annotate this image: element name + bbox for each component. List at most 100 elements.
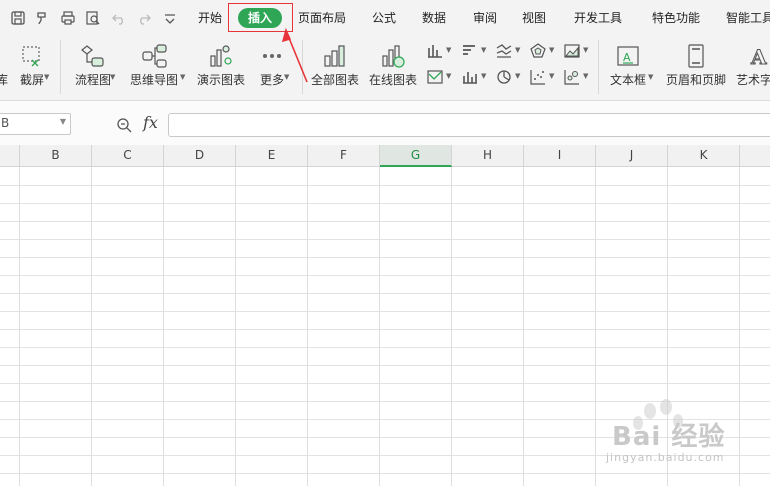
row-gridline — [0, 203, 770, 204]
column-gridline — [163, 167, 164, 486]
column-gridline — [451, 167, 452, 486]
scatter-chart-button[interactable]: ▼ — [529, 68, 557, 88]
flowchart-icon — [81, 45, 104, 67]
ribbon-separator — [302, 40, 303, 94]
formula-bar: B ▼ fx — [0, 101, 770, 145]
undo-icon[interactable] — [111, 10, 127, 26]
tab-formulas[interactable]: 公式 — [372, 0, 396, 36]
menu-bar: 开始 插入 页面布局 公式 数据 审阅 视图 开发工具 特色功能 智能工具 — [0, 0, 770, 36]
column-header-k[interactable]: K — [668, 145, 740, 166]
save-icon[interactable] — [10, 10, 26, 26]
caret-icon: ▼ — [583, 72, 589, 80]
column-chart-button[interactable]: ▼ — [426, 42, 454, 62]
tab-view[interactable]: 视图 — [522, 0, 546, 36]
area-chart-icon — [564, 44, 580, 58]
bubble-chart-icon — [564, 70, 579, 85]
screenshot-caret-icon[interactable]: ▼ — [44, 73, 49, 81]
flowchart-caret-icon[interactable]: ▼ — [110, 73, 115, 81]
column-header-g[interactable]: G — [380, 145, 452, 167]
print-preview-icon[interactable] — [85, 10, 101, 26]
textbox-label: 文本框 — [609, 73, 646, 87]
mindmap-caret-icon[interactable]: ▼ — [180, 73, 185, 81]
tab-page-layout[interactable]: 页面布局 — [298, 0, 346, 36]
pie-chart-icon — [497, 70, 511, 84]
svg-text:A: A — [623, 51, 631, 64]
stock-chart-icon — [427, 70, 443, 84]
area-chart-button[interactable]: ▼ — [563, 42, 591, 62]
tab-data[interactable]: 数据 — [422, 0, 446, 36]
combo-chart-icon — [463, 72, 477, 84]
customize-chevron-icon[interactable] — [162, 10, 175, 26]
formula-input[interactable] — [168, 113, 770, 137]
format-painter-icon[interactable] — [34, 10, 50, 26]
name-box[interactable]: B ▼ — [0, 113, 71, 135]
art-text-button[interactable]: A 艺术字 — [734, 36, 770, 96]
screenshot-icon — [22, 46, 40, 67]
insert-function-button[interactable]: fx — [143, 113, 158, 132]
column-header-e[interactable]: E — [236, 145, 308, 166]
row-gridline — [0, 275, 770, 276]
pie-chart-button[interactable]: ▼ — [495, 68, 523, 88]
column-gridline — [91, 167, 92, 486]
bar-chart-icon — [463, 45, 475, 55]
stock-chart-button[interactable]: ▼ — [426, 68, 454, 88]
column-gridline — [523, 167, 524, 486]
demo-chart-button[interactable]: 演示图表 — [194, 36, 248, 96]
column-header-j[interactable]: J — [596, 145, 668, 166]
name-box-value: B — [1, 116, 10, 130]
header-footer-button[interactable]: 页眉和页脚 — [664, 36, 728, 96]
caret-icon: ▼ — [583, 46, 589, 54]
column-header-f[interactable]: F — [308, 145, 380, 166]
ribbon-partial-label[interactable]: 库 — [0, 71, 8, 88]
caret-icon: ▼ — [446, 72, 452, 80]
row-gridline — [0, 383, 770, 384]
all-charts-button[interactable]: 全部图表 — [308, 36, 362, 96]
tab-home[interactable]: 开始 — [198, 0, 222, 36]
caret-icon: ▼ — [515, 46, 521, 54]
textbox-caret-icon[interactable]: ▼ — [648, 73, 653, 81]
combo-chart-button[interactable]: ▼ — [461, 68, 489, 88]
caret-icon: ▼ — [446, 46, 452, 54]
column-header-d[interactable]: D — [164, 145, 236, 166]
mindmap-label: 思维导图 — [129, 73, 178, 87]
textbox-button[interactable]: A 文本框 — [604, 36, 652, 96]
art-text-icon: A — [750, 45, 768, 70]
line-chart-button[interactable]: ▼ — [495, 42, 523, 62]
watermark-text: Bai 经验 — [612, 422, 726, 452]
row-gridline — [0, 293, 770, 294]
online-charts-button[interactable]: 在线图表 — [366, 36, 420, 96]
name-box-caret-icon[interactable]: ▼ — [60, 117, 66, 126]
tab-smart-tools[interactable]: 智能工具 — [726, 0, 770, 36]
more-dots-icon — [263, 54, 281, 58]
print-icon[interactable] — [60, 10, 76, 26]
row-gridline — [0, 365, 770, 366]
column-header-i[interactable]: I — [524, 145, 596, 166]
column-header-b[interactable]: B — [20, 145, 92, 166]
radar-chart-button[interactable]: ▼ — [529, 42, 557, 62]
row-gridline — [0, 221, 770, 222]
column-header-partial[interactable] — [0, 145, 20, 166]
tab-developer[interactable]: 开发工具 — [574, 0, 622, 36]
redo-icon[interactable] — [136, 10, 152, 26]
more-caret-icon[interactable]: ▼ — [284, 73, 289, 81]
column-gridline — [235, 167, 236, 486]
flowchart-button[interactable]: 流程图 — [68, 36, 118, 96]
more-button[interactable]: 更多 — [252, 36, 292, 96]
zoom-icon[interactable] — [116, 117, 132, 133]
ribbon-separator — [60, 40, 61, 94]
all-charts-icon — [324, 45, 345, 67]
column-header-h[interactable]: H — [452, 145, 524, 166]
row-gridline — [0, 257, 770, 258]
bubble-chart-button[interactable]: ▼ — [563, 68, 591, 88]
tab-special-features[interactable]: 特色功能 — [652, 0, 700, 36]
row-gridline — [0, 311, 770, 312]
caret-icon: ▼ — [481, 72, 487, 80]
column-header-partial[interactable] — [740, 145, 770, 166]
bar-chart-button[interactable]: ▼ — [461, 42, 489, 62]
tab-review[interactable]: 审阅 — [473, 0, 497, 36]
column-gridline — [307, 167, 308, 486]
mindmap-button[interactable]: 思维导图 — [126, 36, 182, 96]
row-gridline — [0, 239, 770, 240]
screenshot-button[interactable]: 截屏 — [14, 36, 50, 96]
column-header-c[interactable]: C — [92, 145, 164, 166]
